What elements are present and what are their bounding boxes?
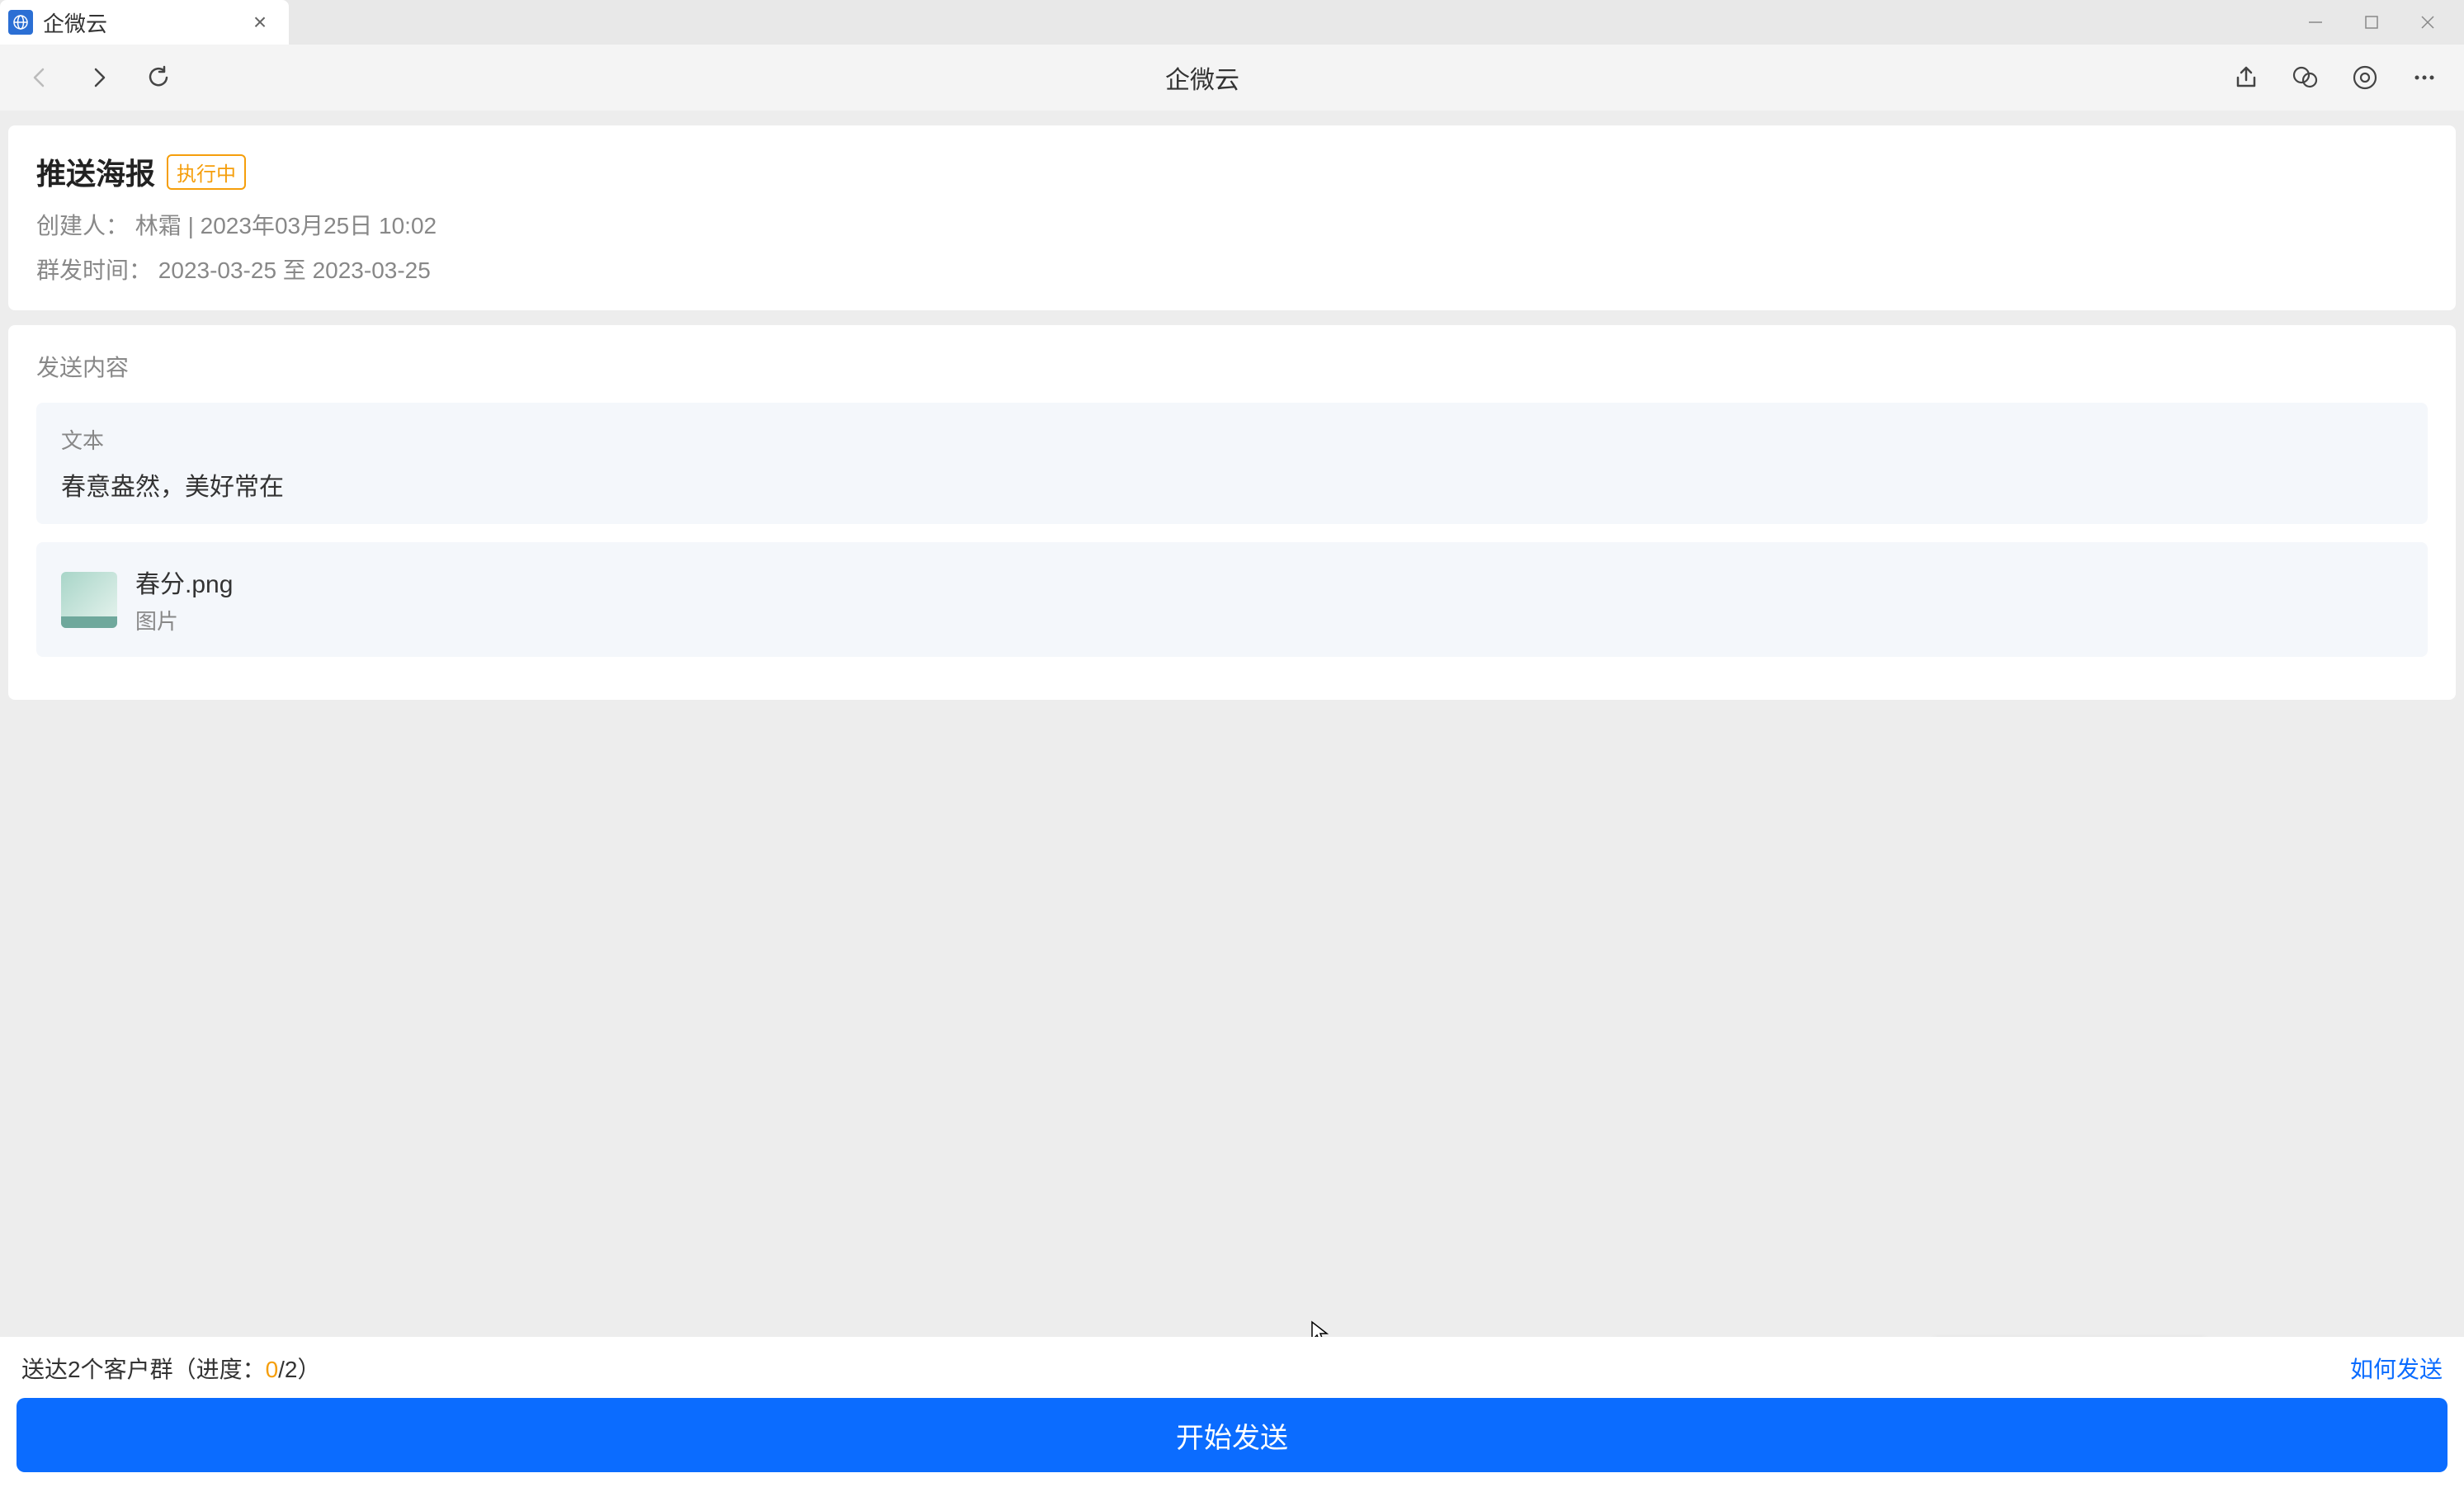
address-title: 企微云 bbox=[203, 59, 2202, 96]
section-label: 发送内容 bbox=[36, 350, 2428, 383]
creator-label: 创建人： bbox=[36, 213, 129, 238]
window-close-icon[interactable] bbox=[2416, 11, 2439, 34]
more-icon[interactable] bbox=[2410, 63, 2439, 92]
refresh-icon[interactable] bbox=[144, 63, 173, 92]
share-icon[interactable] bbox=[2231, 63, 2261, 92]
content-area: 推送海报 执行中 创建人： 林霜 | 2023年03月25日 10:02 群发时… bbox=[0, 111, 2464, 729]
attachment-type: 图片 bbox=[135, 605, 233, 635]
help-link[interactable]: 如何发送 bbox=[2350, 1352, 2443, 1385]
tab-title: 企微云 bbox=[43, 7, 238, 38]
attachment-name: 春分.png bbox=[135, 564, 233, 600]
maximize-icon[interactable] bbox=[2360, 11, 2383, 34]
minimize-icon[interactable] bbox=[2304, 11, 2327, 34]
page-title: 推送海报 bbox=[36, 150, 155, 193]
content-card: 发送内容 文本 春意盎然，美好常在 春分.png 图片 bbox=[8, 325, 2456, 700]
wechat-icon[interactable] bbox=[2291, 63, 2320, 92]
start-send-button[interactable]: 开始发送 bbox=[17, 1398, 2447, 1472]
creator-line: 创建人： 林霜 | 2023年03月25日 10:02 bbox=[36, 208, 2428, 241]
browser-tab[interactable]: 企微云 × bbox=[0, 0, 289, 45]
send-time-label: 群发时间： bbox=[36, 257, 152, 283]
tab-bar: 企微云 × bbox=[0, 0, 2464, 45]
send-time-line: 群发时间： 2023-03-25 至 2023-03-25 bbox=[36, 253, 2428, 286]
progress-total: /2） bbox=[278, 1357, 320, 1382]
address-bar: 企微云 bbox=[0, 45, 2464, 111]
text-label: 文本 bbox=[61, 424, 2403, 455]
close-icon[interactable]: × bbox=[248, 9, 272, 35]
text-value: 春意盎然，美好常在 bbox=[61, 466, 2403, 503]
progress-text: 送达2个客户群（进度：0/2） bbox=[21, 1352, 321, 1385]
forward-icon[interactable] bbox=[84, 63, 114, 92]
created-at: 2023年03月25日 10:02 bbox=[201, 213, 437, 238]
creator-name: 林霜 bbox=[135, 213, 182, 238]
attachment-thumbnail bbox=[61, 572, 117, 628]
globe-icon bbox=[8, 10, 33, 35]
footer: 送达2个客户群（进度：0/2） 如何发送 开始发送 bbox=[0, 1337, 2464, 1492]
header-card: 推送海报 执行中 创建人： 林霜 | 2023年03月25日 10:02 群发时… bbox=[8, 125, 2456, 310]
progress-prefix: 送达2个客户群（进度： bbox=[21, 1357, 266, 1382]
progress-current: 0 bbox=[266, 1357, 279, 1382]
attachment-block[interactable]: 春分.png 图片 bbox=[36, 542, 2428, 657]
send-time-value: 2023-03-25 至 2023-03-25 bbox=[158, 257, 431, 283]
status-badge: 执行中 bbox=[167, 154, 246, 190]
window-controls bbox=[2304, 0, 2464, 45]
browser-icon[interactable] bbox=[2350, 63, 2380, 92]
back-icon[interactable] bbox=[25, 63, 54, 92]
text-block: 文本 春意盎然，美好常在 bbox=[36, 403, 2428, 524]
